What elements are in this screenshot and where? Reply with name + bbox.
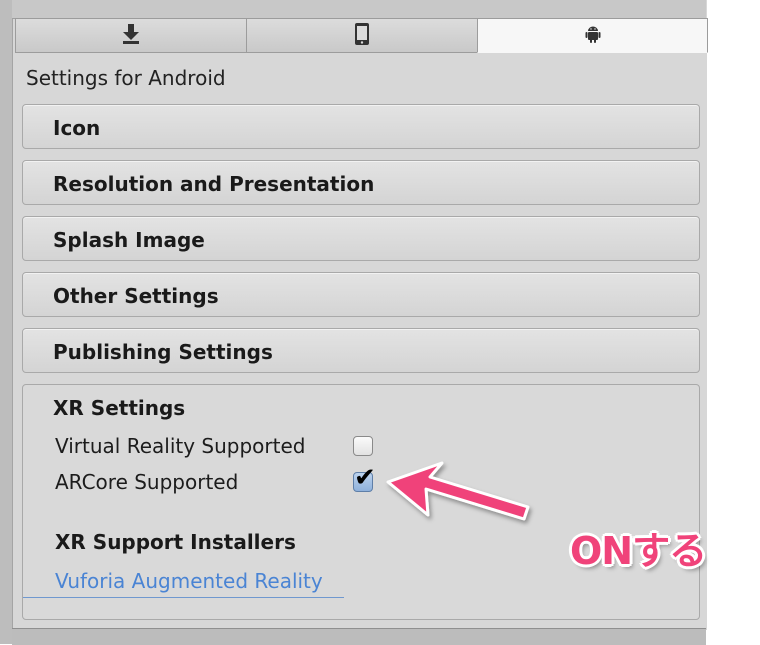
settings-title: Settings for Android — [26, 66, 226, 90]
download-icon — [121, 23, 141, 49]
section-label: Icon — [53, 116, 101, 140]
android-icon — [585, 25, 601, 47]
annotation-arrow-icon — [386, 461, 530, 521]
section-resolution-and-presentation[interactable]: Resolution and Presentation — [22, 160, 700, 205]
section-label: Splash Image — [53, 228, 205, 252]
section-label: Publishing Settings — [53, 340, 273, 364]
vuforia-link[interactable]: Vuforia Augmented Reality — [55, 569, 323, 593]
section-label: Resolution and Presentation — [53, 172, 375, 196]
xr-settings-section: XR Settings Virtual Reality Supported AR… — [22, 384, 700, 620]
xr-settings-title[interactable]: XR Settings — [53, 396, 185, 420]
section-icon[interactable]: Icon — [22, 104, 700, 149]
arcore-supported-label: ARCore Supported — [55, 470, 239, 494]
checkmark-icon: ✔ — [354, 463, 376, 493]
section-splash-image[interactable]: Splash Image — [22, 216, 700, 261]
section-publishing-settings[interactable]: Publishing Settings — [22, 328, 700, 373]
platform-tab-bar — [15, 18, 708, 53]
arcore-supported-checkbox[interactable]: ✔ — [353, 465, 376, 492]
tab-android[interactable] — [477, 18, 708, 53]
bottom-strip — [12, 628, 706, 645]
top-bar — [12, 0, 706, 19]
tab-standalone[interactable] — [15, 18, 246, 53]
tab-ios[interactable] — [246, 18, 477, 53]
virtual-reality-supported-label: Virtual Reality Supported — [55, 434, 306, 458]
vuforia-link-underline — [23, 597, 344, 598]
virtual-reality-supported-checkbox[interactable] — [353, 436, 373, 456]
section-label: Other Settings — [53, 284, 219, 308]
annotation-on-label: ONする — [570, 529, 707, 573]
section-other-settings[interactable]: Other Settings — [22, 272, 700, 317]
mobile-phone-icon — [354, 22, 370, 50]
xr-support-installers-title: XR Support Installers — [55, 530, 296, 554]
